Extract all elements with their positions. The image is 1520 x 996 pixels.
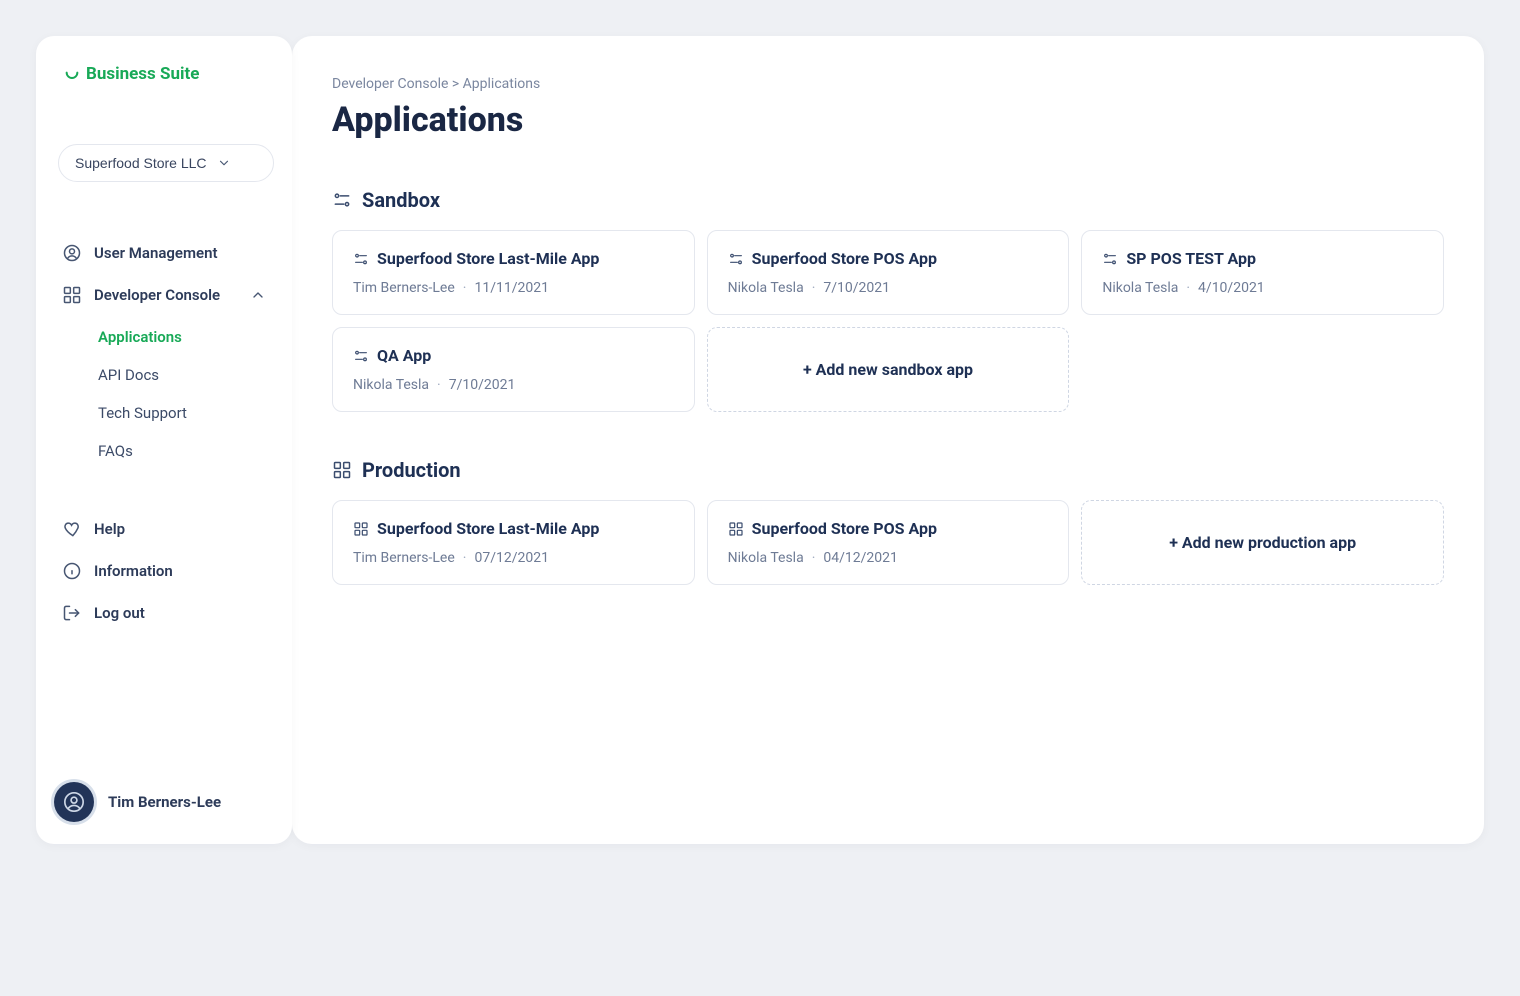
add-label: + Add new sandbox app — [803, 360, 973, 379]
subnav-tech-support[interactable]: Tech Support — [98, 396, 274, 430]
app-date: 07/12/2021 — [474, 550, 549, 566]
app-name: Superfood Store POS App — [752, 249, 937, 268]
production-icon — [728, 521, 744, 537]
app-name: QA App — [377, 346, 431, 365]
user-icon — [62, 243, 82, 263]
nav-label: Developer Console — [94, 286, 220, 304]
brand-name: Business Suite — [86, 64, 199, 84]
production-app-card[interactable]: Superfood Store Last-Mile App Tim Berner… — [332, 500, 695, 585]
dot-separator: · — [437, 377, 441, 393]
nav-logout[interactable]: Log out — [54, 594, 274, 632]
section-title: Production — [362, 458, 461, 482]
smile-icon — [64, 66, 80, 82]
dot-separator: · — [463, 280, 467, 296]
main-panel: Developer Console > Applications Applica… — [292, 36, 1484, 844]
grid-icon — [62, 285, 82, 305]
brand-logo: Business Suite — [54, 64, 274, 84]
production-icon — [353, 521, 369, 537]
sandbox-icon — [332, 190, 352, 210]
nav-label: Log out — [94, 604, 145, 622]
sandbox-app-card[interactable]: SP POS TEST App Nikola Tesla · 4/10/2021 — [1081, 230, 1444, 315]
add-label: + Add new production app — [1169, 533, 1356, 552]
user-name: Tim Berners-Lee — [108, 793, 221, 811]
sandbox-app-card[interactable]: Superfood Store POS App Nikola Tesla · 7… — [707, 230, 1070, 315]
nav-information[interactable]: Information — [54, 552, 274, 590]
logout-icon — [62, 603, 82, 623]
dot-separator: · — [812, 550, 816, 566]
chevron-down-icon — [217, 156, 231, 170]
dot-separator: · — [463, 550, 467, 566]
app-author: Nikola Tesla — [353, 377, 429, 393]
sandbox-icon — [353, 251, 369, 267]
chevron-up-icon — [250, 287, 266, 303]
sidebar: Business Suite Superfood Store LLC User … — [36, 36, 292, 844]
info-icon — [62, 561, 82, 581]
production-grid: Superfood Store Last-Mile App Tim Berner… — [332, 500, 1444, 585]
page-title: Applications — [332, 100, 1444, 140]
dot-separator: · — [812, 280, 816, 296]
sandbox-app-card[interactable]: Superfood Store Last-Mile App Tim Berner… — [332, 230, 695, 315]
sandbox-grid: Superfood Store Last-Mile App Tim Berner… — [332, 230, 1444, 412]
app-name: Superfood Store Last-Mile App — [377, 249, 599, 268]
developer-console-submenu: Applications API Docs Tech Support FAQs — [54, 320, 274, 468]
app-author: Nikola Tesla — [728, 280, 804, 296]
production-app-card[interactable]: Superfood Store POS App Nikola Tesla · 0… — [707, 500, 1070, 585]
heart-icon — [62, 519, 82, 539]
app-author: Nikola Tesla — [1102, 280, 1178, 296]
app-date: 11/11/2021 — [474, 280, 549, 296]
production-icon — [332, 460, 352, 480]
app-date: 4/10/2021 — [1198, 280, 1265, 296]
org-selector[interactable]: Superfood Store LLC — [58, 144, 274, 182]
current-user[interactable]: Tim Berners-Lee — [54, 782, 221, 822]
add-production-app-button[interactable]: + Add new production app — [1081, 500, 1444, 585]
subnav-applications[interactable]: Applications — [98, 320, 274, 354]
nav-user-management[interactable]: User Management — [54, 234, 274, 272]
app-date: 04/12/2021 — [823, 550, 898, 566]
sandbox-app-card[interactable]: QA App Nikola Tesla · 7/10/2021 — [332, 327, 695, 412]
nav-help[interactable]: Help — [54, 510, 274, 548]
app-author: Nikola Tesla — [728, 550, 804, 566]
production-section-heading: Production — [332, 458, 1444, 482]
breadcrumb[interactable]: Developer Console > Applications — [332, 76, 1444, 92]
app-author: Tim Berners-Lee — [353, 550, 455, 566]
org-name: Superfood Store LLC — [75, 155, 207, 171]
sandbox-icon — [1102, 251, 1118, 267]
app-date: 7/10/2021 — [449, 377, 516, 393]
sandbox-icon — [353, 348, 369, 364]
app-name: Superfood Store Last-Mile App — [377, 519, 599, 538]
nav-label: Information — [94, 562, 173, 580]
sandbox-icon — [728, 251, 744, 267]
nav-label: User Management — [94, 244, 218, 262]
sandbox-section-heading: Sandbox — [332, 188, 1444, 212]
nav-developer-console[interactable]: Developer Console — [54, 276, 274, 314]
app-name: Superfood Store POS App — [752, 519, 937, 538]
dot-separator: · — [1186, 280, 1190, 296]
subnav-faqs[interactable]: FAQs — [98, 434, 274, 468]
app-date: 7/10/2021 — [823, 280, 890, 296]
section-title: Sandbox — [362, 188, 440, 212]
nav-label: Help — [94, 520, 125, 538]
sidebar-nav: User Management Developer Console Applic… — [54, 234, 274, 632]
app-author: Tim Berners-Lee — [353, 280, 455, 296]
avatar-icon — [54, 782, 94, 822]
app-name: SP POS TEST App — [1126, 249, 1256, 268]
add-sandbox-app-button[interactable]: + Add new sandbox app — [707, 327, 1070, 412]
subnav-api-docs[interactable]: API Docs — [98, 358, 274, 392]
